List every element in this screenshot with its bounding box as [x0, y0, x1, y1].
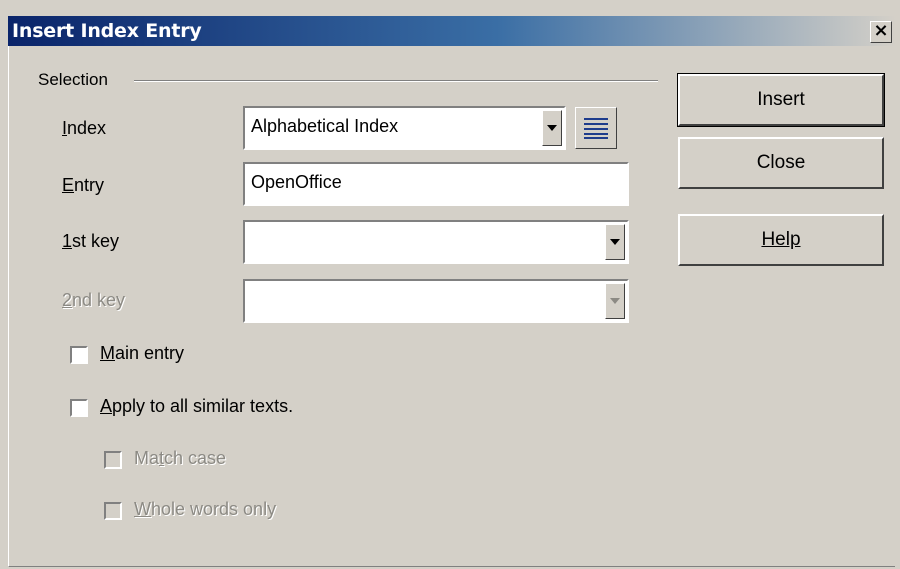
close-button[interactable]: Close [678, 137, 884, 189]
chevron-down-icon[interactable] [542, 110, 562, 146]
main-entry-checkbox[interactable] [70, 346, 88, 364]
match-case-label: Match case [134, 448, 227, 468]
index-label: Index [62, 118, 107, 138]
list-icon [584, 118, 608, 139]
entry-label: Entry [62, 175, 105, 195]
entry-field[interactable]: OpenOffice [243, 162, 629, 206]
whole-words-checkbox [104, 502, 122, 520]
close-icon[interactable]: × [870, 21, 892, 43]
entry-field-value: OpenOffice [251, 172, 342, 192]
key1-label: 1st key [62, 231, 120, 251]
index-list-button[interactable] [575, 107, 617, 149]
whole-words-label: Whole words only [134, 499, 277, 519]
apply-all-label: Apply to all similar texts. [100, 396, 294, 416]
index-select-value: Alphabetical Index [251, 116, 399, 136]
match-case-checkbox [104, 451, 122, 469]
help-button[interactable]: Help [678, 214, 884, 266]
main-entry-label: Main entry [100, 343, 185, 363]
key1-combo[interactable] [243, 220, 629, 264]
dialog-title: Insert Index Entry [12, 20, 202, 42]
chevron-down-icon[interactable] [605, 224, 625, 260]
selection-group-label: Selection [38, 70, 108, 89]
apply-all-checkbox[interactable] [70, 399, 88, 417]
index-select[interactable]: Alphabetical Index [243, 106, 566, 150]
chevron-down-icon [605, 283, 625, 319]
key2-label: 2nd key [62, 290, 126, 310]
title-bar: Insert Index Entry × [8, 16, 896, 46]
help-button-label: Help [761, 229, 801, 250]
insert-button[interactable]: Insert [677, 73, 885, 127]
key2-combo [243, 279, 629, 323]
group-divider [134, 80, 658, 82]
